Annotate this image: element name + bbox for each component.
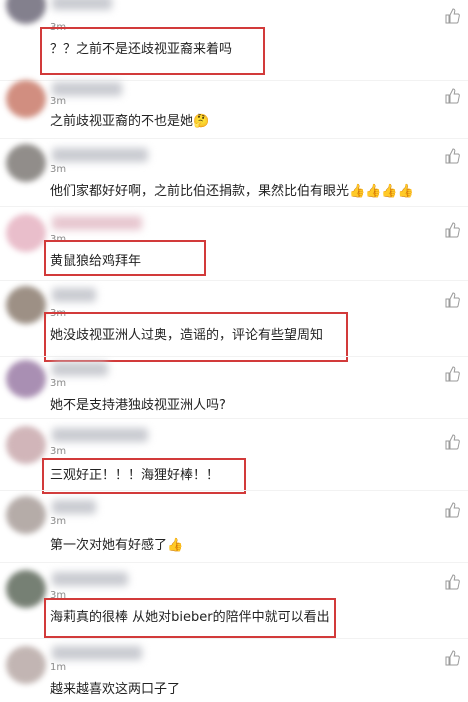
divider	[0, 138, 468, 139]
thumbs-up-icon[interactable]	[444, 502, 460, 518]
avatar[interactable]	[6, 570, 46, 608]
comment-item: 3m 之前歧视亚裔的不也是她🤔	[0, 80, 468, 135]
avatar[interactable]	[6, 286, 46, 324]
comment-text: 越来越喜欢这两口子了	[50, 682, 181, 697]
comment-item: 1m 越来越喜欢这两口子了	[0, 642, 468, 702]
divider	[0, 418, 468, 419]
username-blurred[interactable]	[52, 216, 142, 230]
comment-item: 3m 她不是支持港独歧视亚洲人吗?	[0, 358, 468, 418]
comment-item: 3m 海莉真的很棒 从她对bieber的陪伴中就可以看出	[0, 566, 468, 638]
avatar[interactable]	[6, 360, 46, 398]
avatar[interactable]	[6, 426, 46, 464]
divider	[0, 490, 468, 491]
comment-text: 他们家都好好啊，之前比伯还捐款，果然比伯有眼光👍👍👍👍	[50, 184, 414, 199]
comment-text: 第一次对她有好感了👍	[50, 538, 184, 553]
username-blurred[interactable]	[52, 148, 148, 162]
thumbs-up-icon[interactable]	[444, 366, 460, 382]
avatar[interactable]	[6, 646, 46, 684]
divider	[0, 562, 468, 563]
username-blurred[interactable]	[52, 646, 142, 660]
comment-item: 3m 她没歧视亚洲人过奥，造谣的，评论有些望周知	[0, 284, 468, 362]
thumbs-up-icon[interactable]	[444, 148, 460, 164]
comment-item: 3m 三观好正！！！海狸好棒！！	[0, 424, 468, 494]
divider	[0, 206, 468, 207]
username-blurred[interactable]	[52, 82, 122, 96]
thumbs-up-icon[interactable]	[444, 88, 460, 104]
comment-item: 3m 黄鼠狼给鸡拜年	[0, 212, 468, 280]
thumbs-up-icon[interactable]	[444, 8, 460, 24]
comment-time: 3m	[50, 516, 67, 527]
comment-text: 之前歧视亚裔的不也是她🤔	[50, 114, 210, 129]
username-blurred[interactable]	[52, 288, 96, 302]
avatar[interactable]	[6, 80, 46, 118]
thumbs-up-icon[interactable]	[444, 222, 460, 238]
red-highlight-box	[40, 27, 265, 75]
avatar[interactable]	[6, 214, 46, 252]
red-highlight-box	[44, 598, 336, 638]
avatar[interactable]	[6, 0, 46, 24]
avatar[interactable]	[6, 496, 46, 534]
divider	[0, 356, 468, 357]
red-highlight-box	[44, 312, 348, 362]
comment-time: 3m	[50, 446, 67, 457]
comment-text: 她不是支持港独歧视亚洲人吗?	[50, 398, 226, 413]
thumbs-up-icon[interactable]	[444, 434, 460, 450]
comment-time: 3m	[50, 96, 67, 107]
avatar[interactable]	[6, 144, 46, 182]
username-blurred[interactable]	[52, 500, 96, 514]
username-blurred[interactable]	[52, 362, 108, 376]
thumbs-up-icon[interactable]	[444, 292, 460, 308]
comment-item: 3m 第一次对她有好感了👍	[0, 494, 468, 560]
username-blurred[interactable]	[52, 572, 128, 586]
divider	[0, 280, 468, 281]
comment-time: 3m	[50, 378, 67, 389]
red-highlight-box	[42, 458, 246, 494]
red-highlight-box	[44, 240, 206, 276]
thumbs-up-icon[interactable]	[444, 650, 460, 666]
username-blurred[interactable]	[52, 428, 148, 442]
comment-item: 3m 他们家都好好啊，之前比伯还捐款，果然比伯有眼光👍👍👍👍	[0, 144, 468, 204]
comment-time: 3m	[50, 164, 67, 175]
username-blurred[interactable]	[52, 0, 112, 10]
comment-time: 1m	[50, 662, 67, 673]
thumbs-up-icon[interactable]	[444, 574, 460, 590]
comment-item: 3m ？？之前不是还歧视亚裔来着吗	[0, 0, 468, 75]
divider	[0, 638, 468, 639]
